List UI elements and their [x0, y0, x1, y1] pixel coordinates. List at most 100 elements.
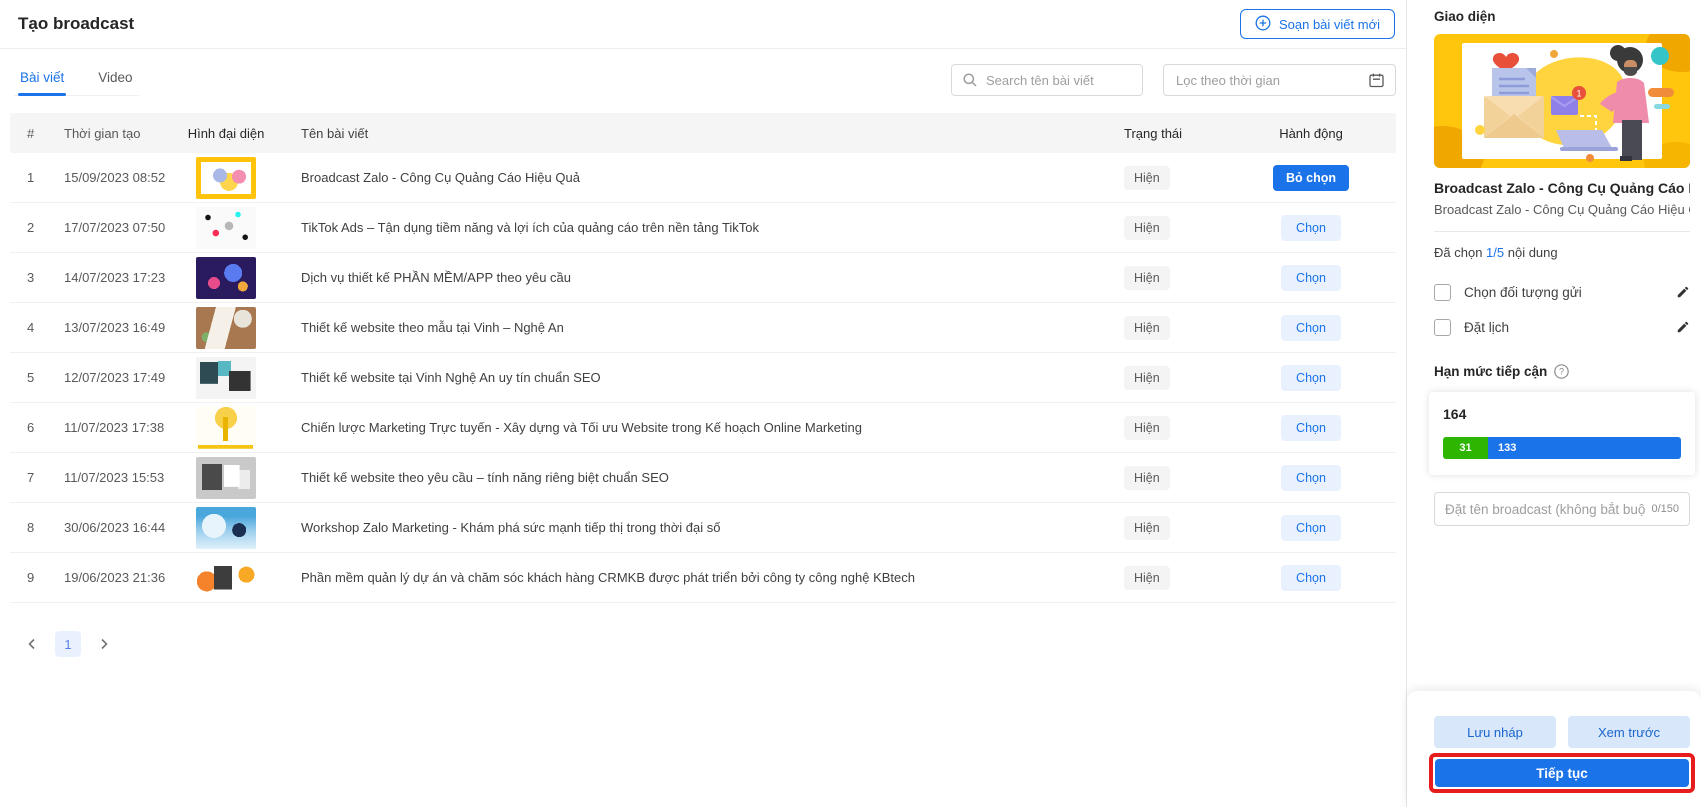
- page-number-button[interactable]: 1: [55, 631, 81, 657]
- preview-button[interactable]: Xem trước: [1568, 716, 1690, 748]
- continue-button-highlight: Tiếp tục: [1429, 753, 1695, 793]
- status-badge: Hiện: [1124, 266, 1170, 290]
- sidebar-section-title: Giao diện: [1434, 9, 1689, 24]
- status-badge: Hiện: [1124, 466, 1170, 490]
- column-header-ten-bai-viet: Tên bài viết: [281, 126, 1116, 141]
- table-header-row: #Thời gian tạoHình đại diệnTên bài viếtT…: [10, 113, 1396, 153]
- prev-page-button[interactable]: [20, 632, 44, 656]
- checkbox-chon-doi-tuong-gui[interactable]: [1434, 284, 1451, 301]
- select-post-button[interactable]: Chọn: [1281, 365, 1341, 391]
- date-filter-input[interactable]: [1176, 73, 1368, 88]
- thumbnail-blue-workshop-poster: [196, 507, 256, 549]
- table-row: 9 19/06/2023 21:36 Phần mềm quản lý dự á…: [10, 553, 1396, 603]
- broadcast-preview-image: 1: [1434, 34, 1690, 168]
- status-badge: Hiện: [1124, 366, 1170, 390]
- select-post-button[interactable]: Chọn: [1281, 265, 1341, 291]
- reach-progress-bar: 31 133: [1443, 437, 1681, 459]
- status-badge: Hiện: [1124, 416, 1170, 440]
- table-row: 1 15/09/2023 08:52 Broadcast Zalo - Công…: [10, 153, 1396, 203]
- search-input[interactable]: [986, 73, 1142, 88]
- broadcast-settings-sidebar: Giao diện 1 Broadcast: [1406, 0, 1701, 807]
- option-label: Đặt lịch: [1464, 320, 1676, 335]
- compose-button-label: Soạn bài viết mới: [1279, 17, 1380, 32]
- reach-bar-green-segment: 31: [1443, 437, 1488, 459]
- option-row: Chọn đối tượng gửi: [1434, 280, 1690, 304]
- help-icon[interactable]: ?: [1554, 364, 1569, 379]
- continue-button[interactable]: Tiếp tục: [1435, 759, 1689, 787]
- row-created-time: 14/07/2023 17:23: [46, 270, 171, 285]
- sidebar-footer: Lưu nháp Xem trước Tiếp tục: [1407, 691, 1701, 807]
- row-index: 7: [10, 470, 46, 485]
- pagination: 1: [20, 631, 1406, 657]
- select-post-button[interactable]: Chọn: [1281, 315, 1341, 341]
- reach-bar-blue-segment: 133: [1488, 437, 1681, 459]
- table-body: 1 15/09/2023 08:52 Broadcast Zalo - Công…: [10, 153, 1396, 603]
- row-created-time: 11/07/2023 17:38: [46, 420, 171, 435]
- select-post-button[interactable]: Chọn: [1281, 565, 1341, 591]
- row-post-title: Workshop Zalo Marketing - Khám phá sức m…: [281, 520, 1116, 535]
- option-row: Đặt lịch: [1434, 315, 1690, 339]
- status-badge: Hiện: [1124, 316, 1170, 340]
- row-index: 1: [10, 170, 46, 185]
- edit-pencil-icon[interactable]: [1676, 285, 1690, 299]
- table-row: 3 14/07/2023 17:23 Dịch vụ thiết kế PHẦN…: [10, 253, 1396, 303]
- row-post-title: TikTok Ads – Tận dụng tiềm năng và lợi í…: [281, 220, 1116, 235]
- plus-circle-icon: [1255, 15, 1271, 34]
- reach-limit-card: 164 31 133: [1429, 392, 1695, 475]
- date-filter-box: [1163, 64, 1396, 96]
- thumbnail-zalo-broadcast-yellow-illustration: [196, 157, 256, 199]
- toolbar: Bài viết Video: [0, 49, 1406, 96]
- table-row: 8 30/06/2023 16:44 Workshop Zalo Marketi…: [10, 503, 1396, 553]
- row-created-time: 17/07/2023 07:50: [46, 220, 171, 235]
- row-post-title: Chiến lược Marketing Trực tuyến - Xây dự…: [281, 420, 1116, 435]
- character-counter: 0/150: [1651, 503, 1679, 515]
- posts-table: #Thời gian tạoHình đại diệnTên bài viếtT…: [10, 113, 1396, 603]
- table-row: 5 12/07/2023 17:49 Thiết kế website tại …: [10, 353, 1396, 403]
- calendar-icon[interactable]: [1368, 72, 1385, 89]
- select-post-button[interactable]: Chọn: [1281, 215, 1341, 241]
- status-badge: Hiện: [1124, 166, 1170, 190]
- compose-new-post-button[interactable]: Soạn bài viết mới: [1240, 9, 1395, 39]
- row-index: 5: [10, 370, 46, 385]
- tab-video[interactable]: Video: [96, 62, 134, 95]
- selected-content-info: Đã chọn 1/5 nội dung: [1434, 245, 1689, 260]
- thumbnail-desk-sketch-photo: [196, 307, 256, 349]
- preview-post-subtitle: Broadcast Zalo - Công Cụ Quảng Cáo Hiệu …: [1434, 202, 1690, 217]
- table-row: 2 17/07/2023 07:50 TikTok Ads – Tận dụng…: [10, 203, 1396, 253]
- row-post-title: Thiết kế website theo yêu cầu – tính năn…: [281, 470, 1116, 485]
- status-badge: Hiện: [1124, 216, 1170, 240]
- select-post-button[interactable]: Chọn: [1281, 465, 1341, 491]
- select-post-button[interactable]: Chọn: [1281, 415, 1341, 441]
- row-created-time: 13/07/2023 16:49: [46, 320, 171, 335]
- row-post-title: Broadcast Zalo - Công Cụ Quảng Cáo Hiệu …: [281, 170, 1116, 185]
- select-post-button[interactable]: Chọn: [1281, 515, 1341, 541]
- row-post-title: Phần mềm quản lý dự án và chăm sóc khách…: [281, 570, 1116, 585]
- table-row: 4 13/07/2023 16:49 Thiết kế website theo…: [10, 303, 1396, 353]
- tabs: Bài viết Video: [14, 62, 139, 96]
- page-header: Tạo broadcast Soạn bài viết mới: [0, 0, 1406, 49]
- broadcast-options: Chọn đối tượng gửi Đặt lịch: [1434, 280, 1690, 339]
- svg-text:?: ?: [1559, 367, 1564, 377]
- broadcast-name-input[interactable]: [1445, 502, 1645, 517]
- deselect-post-button[interactable]: Bỏ chọn: [1273, 165, 1349, 191]
- thumbnail-dark-purple-app-design: [196, 257, 256, 299]
- next-page-button[interactable]: [92, 632, 116, 656]
- thumbnail-tiktok-logo-confetti: [196, 207, 256, 249]
- table-row: 6 11/07/2023 17:38 Chiến lược Marketing …: [10, 403, 1396, 453]
- checkbox-dat-lich[interactable]: [1434, 319, 1451, 336]
- search-box: [951, 64, 1143, 96]
- thumbnail-yellow-tree-diagram: [196, 407, 256, 449]
- tab-bai-viet[interactable]: Bài viết: [18, 62, 66, 95]
- row-created-time: 15/09/2023 08:52: [46, 170, 171, 185]
- filter-group: [951, 64, 1396, 96]
- edit-pencil-icon[interactable]: [1676, 320, 1690, 334]
- save-draft-button[interactable]: Lưu nháp: [1434, 716, 1556, 748]
- reach-total: 164: [1443, 406, 1681, 422]
- row-index: 8: [10, 520, 46, 535]
- row-created-time: 12/07/2023 17:49: [46, 370, 171, 385]
- column-header-trang-thai: Trạng thái: [1116, 126, 1226, 141]
- column-header-hanh-dong: Hành động: [1226, 126, 1396, 141]
- row-created-time: 19/06/2023 21:36: [46, 570, 171, 585]
- status-badge: Hiện: [1124, 516, 1170, 540]
- row-index: 3: [10, 270, 46, 285]
